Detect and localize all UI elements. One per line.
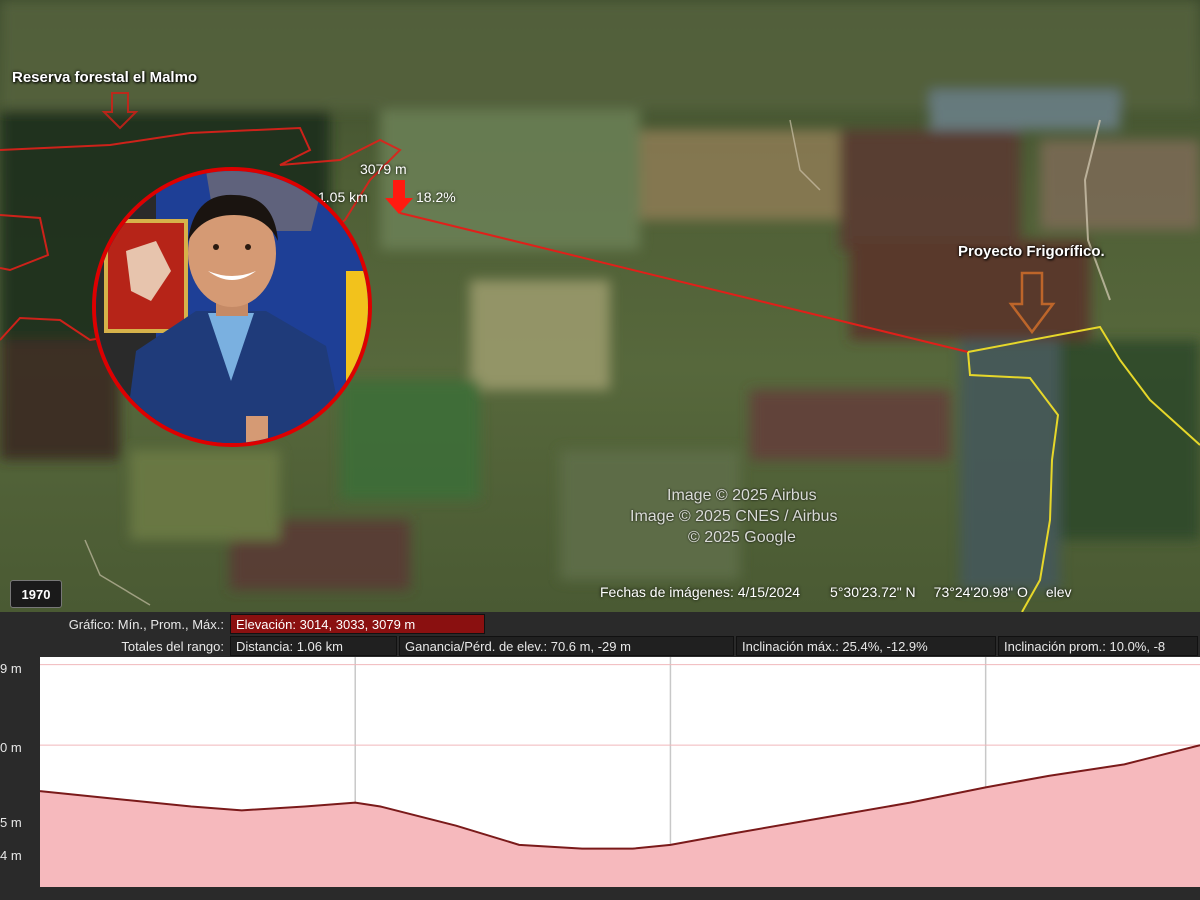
watermark-airbus: Image © 2025 Airbus [667,487,817,504]
avg-slope-stat: Inclinación prom.: 10.0%, -8 [998,636,1198,656]
elevation-readout: elev [1045,584,1072,600]
x-tick-label: 0.5 km [651,888,690,889]
profile-stats-row-1: Gráfico: Mín., Prom., Máx.: Elevación: 3… [0,613,487,635]
chart-stats-label: Gráfico: Mín., Prom., Máx.: [68,616,224,632]
project-label: Proyecto Frigorífico. [958,243,1105,260]
latitude-readout: 5°30'23.72" N [830,584,916,600]
watermark-cnes: Image © 2025 CNES / Airbus [630,508,838,525]
elevation-gain-loss-stat: Ganancia/Pérd. de elev.: 70.6 m, -29 m [399,636,734,656]
x-tick-label: 0.25 km [332,888,378,889]
portrait-photo [92,167,372,447]
distance-stat: Distancia: 1.06 km [230,636,397,656]
y-tick-label: 9 m [0,661,22,676]
map-status-bar: Fechas de imágenes: 4/15/2024 5°30'23.72"… [600,584,1102,600]
elevation-profile-chart[interactable]: 0.25 km 0.5 km 0.75 km [0,657,1200,889]
watermark-google: © 2025 Google [688,529,796,546]
longitude-readout: 73°24'20.98" O [933,584,1028,600]
profile-stats-row-2: Totales del rango: Distancia: 1.06 km Ga… [0,635,1200,657]
elevation-stats: Elevación: 3014, 3033, 3079 m [230,614,485,634]
measure-elevation: 3079 m [360,161,407,177]
y-tick-label: 4 m [0,848,22,863]
satellite-map[interactable]: Reserva forestal el Malmo Proyecto Frigo… [0,0,1200,612]
historical-imagery-year-button[interactable]: 1970 [10,580,62,608]
reserve-label: Reserva forestal el Malmo [12,69,198,86]
range-totals-label: Totales del rango: [121,638,224,654]
y-tick-label: 0 m [0,740,22,755]
x-tick-labels: 0.25 km 0.5 km 0.75 km [332,888,1009,889]
y-tick-label: 5 m [0,815,22,830]
imagery-date: Fechas de imágenes: 4/15/2024 [600,584,801,600]
max-slope-stat: Inclinación máx.: 25.4%, -12.9% [736,636,996,656]
x-tick-label: 0.75 km [963,888,1009,889]
measure-slope: 18.2% [416,189,456,205]
